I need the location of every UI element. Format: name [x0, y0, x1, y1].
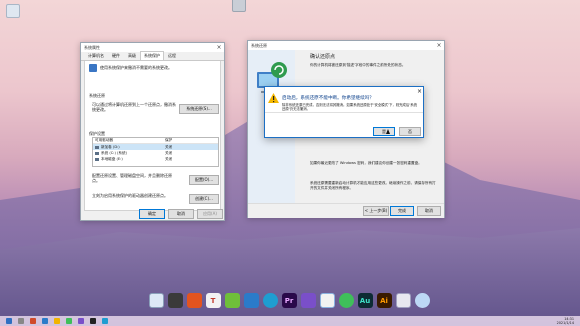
tab-system-protection[interactable]: 系统保护 [140, 51, 164, 60]
dialog-title: 启动后，系统还原不能中断。你希望继续吗？ [282, 96, 374, 101]
close-icon[interactable]: × [214, 44, 224, 51]
tab-computer-name[interactable]: 计算机名 [84, 51, 108, 60]
office-icon[interactable] [186, 293, 202, 308]
password-reset-note: 如果你最近更改了 Windows 密码，我们建议你创建一张密码重置盘。 [310, 161, 422, 165]
intro-text: 使用系统保护来撤消不需要的系统更改。 [100, 65, 172, 70]
photo-icon[interactable] [300, 293, 316, 308]
taskbar: 14:31 2021/1/14 [0, 316, 580, 326]
configure-description: 配置还原设置、管理磁盘空间，并且删除还原点。 [92, 173, 172, 183]
no-button[interactable]: 否 [399, 127, 421, 136]
tray-clock[interactable]: 14:31 2021/1/14 [557, 317, 574, 325]
taskbar-app-icon[interactable] [30, 318, 36, 324]
image-icon[interactable] [243, 293, 259, 308]
system-restore-button[interactable]: 系统还原(S)... [179, 104, 219, 114]
start-icon[interactable] [6, 318, 12, 324]
mouse-cursor-icon [386, 129, 390, 134]
search-icon[interactable] [414, 293, 430, 308]
drive-name: 本地磁盘 (E:) [101, 156, 123, 161]
browser-icon[interactable] [395, 293, 411, 308]
warning-icon [268, 93, 279, 103]
drive-name: 新加卷 (D:) [101, 144, 120, 149]
dialog-header: 启动后，系统还原不能中断。你希望继续吗？ × 除非系统还原已完成，否则无法将其撤… [265, 87, 423, 113]
taskbar-app-icon[interactable] [102, 318, 108, 324]
confirm-dialog: 启动后，系统还原不能中断。你希望继续吗？ × 除非系统还原已完成，否则无法将其撤… [264, 86, 424, 138]
stack-icon[interactable] [224, 293, 240, 308]
configure-button[interactable]: 配置(O)... [189, 175, 219, 185]
audition-icon[interactable]: Au [357, 293, 373, 308]
text-icon[interactable]: T [205, 293, 221, 308]
column-header-protection: 保护 [165, 138, 173, 142]
restore-description: 可以通过将计算机还原到上一个还原点，撤消系统更改。 [92, 102, 176, 112]
system-protection-panel: 使用系统保护来撤消不需要的系统更改。 系统还原 可以通过将计算机还原到上一个还原… [84, 61, 221, 211]
drive-status: 关闭 [165, 144, 173, 149]
taskbar-app-icon[interactable] [90, 318, 96, 324]
premiere-icon[interactable]: Pr [281, 293, 297, 308]
drive-status: 关闭 [165, 156, 173, 161]
drive-name: 系统 (C:) (系统) [101, 150, 127, 155]
cancel-button[interactable]: 取消 [417, 206, 441, 216]
drive-icon [95, 145, 99, 149]
tab-strip: 计算机名 硬件 高级 系统保护 远程 [81, 51, 224, 61]
taskbar-app-icon[interactable] [54, 318, 60, 324]
system-restore-titlebar[interactable]: 系统还原 × [248, 41, 444, 50]
shield-icon [89, 64, 97, 72]
column-header-drive: 可用驱动器 [95, 138, 113, 142]
create-description: 立刻为启用系统保护的驱动器创建还原点。 [92, 193, 168, 198]
wizard-footer [248, 203, 444, 218]
cancel-button[interactable]: 取消 [168, 209, 194, 219]
taskbar-app-icon[interactable] [18, 318, 24, 324]
window-title: 系统还原 [251, 42, 267, 48]
create-button[interactable]: 创建(C)... [189, 194, 219, 204]
tab-remote[interactable]: 远程 [164, 51, 180, 60]
close-icon[interactable]: × [434, 42, 444, 49]
dock: T Pr Au Ai [106, 290, 472, 308]
drive-row[interactable]: 本地磁盘 (E:) 关闭 [93, 156, 218, 162]
drive-status: 关闭 [165, 150, 173, 155]
app-grid-icon[interactable] [167, 293, 183, 308]
restart-note: 系统还原需要重新启动计算机才能应用这些更改。继续操作之前，请保存所有打开的文件并… [310, 181, 436, 190]
restore-header: 系统还原 [89, 93, 105, 98]
ok-button[interactable]: 确定 [139, 209, 165, 219]
taskbar-app-icon[interactable] [78, 318, 84, 324]
drive-icon [95, 151, 99, 155]
taskbar-app-icon[interactable] [42, 318, 48, 324]
wechat-icon[interactable] [338, 293, 354, 308]
wizard-heading: 确认还原点 [310, 54, 336, 60]
wizard-subtext: 你的计算机将被还原到'描述'字段中的事件之前所处的状态。 [310, 63, 406, 67]
yes-button[interactable]: 是 [373, 127, 395, 136]
tab-advanced[interactable]: 高级 [124, 51, 140, 60]
drive-list: 可用驱动器 保护 新加卷 (D:) 关闭 系统 (C:) (系统) 关闭 本地磁… [92, 137, 219, 167]
monitor-icon[interactable] [148, 293, 164, 308]
drive-icon [95, 157, 99, 161]
window-title: 系统属性 [84, 44, 100, 50]
tab-hardware[interactable]: 硬件 [108, 51, 124, 60]
dialog-body: 除非系统还原已完成，否则无法将其撤消。如果系统还原处于'安全模式'下，则完成后'… [282, 103, 418, 112]
desktop-icon-recycle-bin[interactable] [6, 4, 20, 18]
illustrator-icon[interactable]: Ai [376, 293, 392, 308]
clock-date: 2021/1/14 [556, 321, 574, 325]
close-icon[interactable]: × [417, 88, 422, 95]
back-button[interactable]: < 上一步(B) [363, 206, 389, 216]
finish-button[interactable]: 完成 [390, 206, 414, 216]
apply-button[interactable]: 应用(A) [197, 209, 223, 219]
desktop-icon-app[interactable] [232, 0, 246, 12]
qq-icon[interactable] [319, 293, 335, 308]
taskbar-app-icon[interactable] [66, 318, 72, 324]
edge-icon[interactable] [262, 293, 278, 308]
system-properties-window: 系统属性 × 计算机名 硬件 高级 系统保护 远程 使用系统保护来撤消不需要的系… [80, 42, 225, 221]
